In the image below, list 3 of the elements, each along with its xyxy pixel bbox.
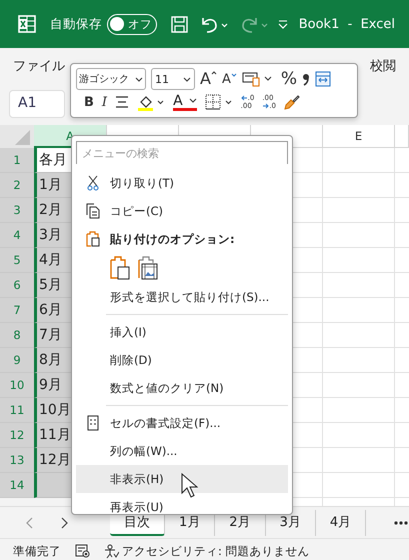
status-text: 準備完了 [13,544,61,558]
window-title: Book1 - Excel [298,16,395,32]
autosave-label: 自動保存 [50,16,102,32]
